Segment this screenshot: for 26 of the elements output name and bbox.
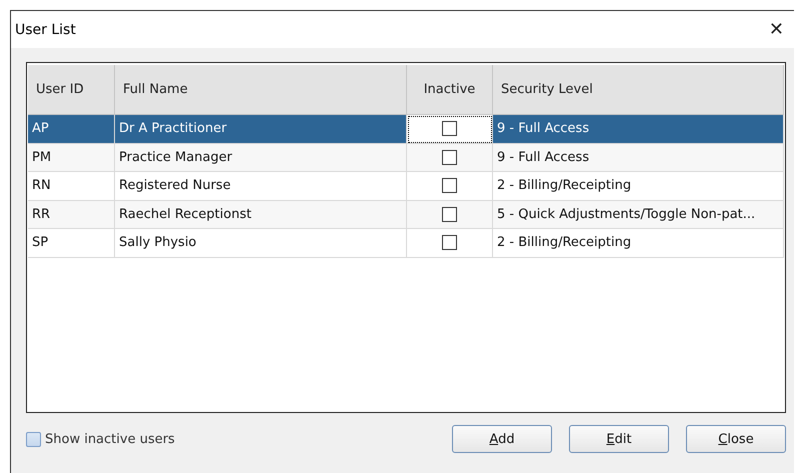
table-cell: Sally Physio (115, 229, 407, 258)
table-cell: RR (28, 200, 115, 229)
dialog-button[interactable]: Add (452, 425, 552, 453)
table-cell: SP (28, 229, 115, 258)
column-header[interactable]: User ID (28, 65, 115, 115)
dialog-button[interactable]: Edit (569, 425, 669, 453)
table-cell: Practice Manager (115, 144, 407, 172)
table-cell: Raechel Receptionst (115, 200, 407, 229)
table-cell: 9 - Full Access (493, 144, 784, 172)
column-header[interactable]: Full Name (115, 65, 407, 115)
table-cell: 9 - Full Access (493, 115, 784, 144)
table-cell: 5 - Quick Adjustments/Toggle Non-pat... (493, 200, 784, 229)
table-cell: PM (28, 144, 115, 172)
dialog-button[interactable]: Close (686, 425, 786, 453)
table-cell: AP (28, 115, 115, 144)
table-cell: 2 - Billing/Receipting (493, 229, 784, 258)
column-header[interactable]: Security Level (493, 65, 784, 115)
checkbox[interactable] (26, 432, 41, 446)
table-cell: RN (28, 172, 115, 200)
column-header[interactable]: Inactive (407, 65, 493, 115)
window-title: User List (15, 22, 76, 38)
checkbox-label: Show inactive users (45, 432, 175, 446)
table-cell: Registered Nurse (115, 172, 407, 200)
table-cell: 2 - Billing/Receipting (493, 172, 784, 200)
table-cell: Dr A Practitioner (115, 115, 407, 144)
close-button[interactable]: ✕ (764, 19, 788, 40)
